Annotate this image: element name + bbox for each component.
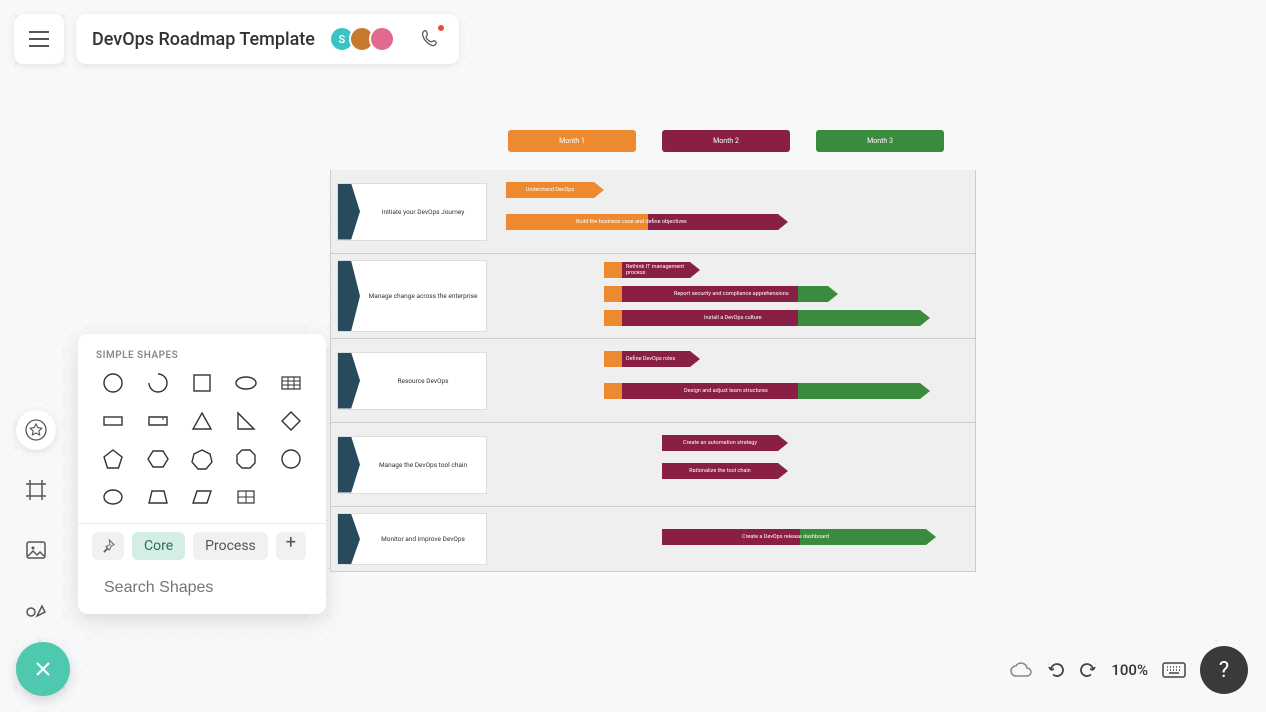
row3-label: Resource DevOps <box>360 377 486 385</box>
shape-grid[interactable] <box>229 485 263 509</box>
bar-business-case[interactable]: Build the business case and define objec… <box>506 214 778 230</box>
bar-report-security[interactable]: Report security and compliance apprehens… <box>604 286 828 302</box>
pin-icon <box>100 538 116 554</box>
close-icon <box>33 659 53 679</box>
zoom-level[interactable]: 100% <box>1111 661 1148 679</box>
swimlane-1[interactable]: Initiate your DevOps Journey Understand … <box>330 170 976 254</box>
shape-square[interactable] <box>185 371 219 395</box>
shape-parallelogram[interactable] <box>185 485 219 509</box>
avatar-3[interactable] <box>369 26 395 52</box>
shape-trapezoid[interactable] <box>140 485 174 509</box>
shape-circle[interactable] <box>96 371 130 395</box>
shapes-panel-heading: SIMPLE SHAPES <box>78 350 326 371</box>
keyboard-button[interactable] <box>1162 662 1186 678</box>
title-card: DevOps Roadmap Template S <box>76 14 459 64</box>
bar-rethink-it[interactable]: Rethink IT management process <box>604 262 690 278</box>
row4-label: Manage the DevOps tool chain <box>360 461 486 469</box>
call-button[interactable] <box>417 26 443 52</box>
shape-card[interactable] <box>140 409 174 433</box>
shapes-panel: SIMPLE SHAPES Core Process + <box>78 334 326 614</box>
help-button[interactable]: ? <box>1200 646 1248 694</box>
swimlane-3[interactable]: Resource DevOps Define DevOps roles Desi… <box>330 339 976 423</box>
shape-decagon[interactable] <box>274 447 308 471</box>
bar-define-roles[interactable]: Define DevOps roles <box>604 351 690 367</box>
image-tool[interactable] <box>16 530 56 570</box>
search-shapes-input[interactable] <box>104 579 311 597</box>
hamburger-icon <box>29 31 49 47</box>
cloud-sync-button[interactable] <box>1009 661 1033 679</box>
freehand-icon <box>24 598 48 622</box>
phone-icon <box>420 29 440 49</box>
frame-icon <box>24 478 48 502</box>
shape-table[interactable] <box>274 371 308 395</box>
roadmap-board[interactable]: Month 1 Month 2 Month 3 Initiate your De… <box>330 130 976 572</box>
bar-rationalize-tools[interactable]: Rationalize the tool chain <box>662 463 778 479</box>
star-shape-icon <box>24 418 48 442</box>
keyboard-icon <box>1162 662 1186 678</box>
undo-icon <box>1047 661 1065 679</box>
shape-octagon[interactable] <box>229 447 263 471</box>
shape-triangle[interactable] <box>185 409 219 433</box>
bar-automation-strategy[interactable]: Create an automation strategy <box>662 435 778 451</box>
redo-icon <box>1079 661 1097 679</box>
collaborator-avatars: S <box>329 26 395 52</box>
hamburger-menu[interactable] <box>14 14 64 64</box>
swimlane-5[interactable]: Monitor and improve DevOps Create a DevO… <box>330 507 976 572</box>
shape-hexagon[interactable] <box>140 447 174 471</box>
shape-right-triangle[interactable] <box>229 409 263 433</box>
shape-pentagon[interactable] <box>96 447 130 471</box>
shape-heptagon[interactable] <box>185 447 219 471</box>
row1-label: Initiate your DevOps Journey <box>360 208 486 216</box>
frame-tool[interactable] <box>16 470 56 510</box>
bar-install-culture[interactable]: Install a DevOps culture <box>604 310 920 326</box>
tab-process[interactable]: Process <box>193 532 268 560</box>
row2-label: Manage change across the enterprise <box>360 292 486 300</box>
swimlane-4[interactable]: Manage the DevOps tool chain Create an a… <box>330 423 976 507</box>
tab-core[interactable]: Core <box>132 532 185 560</box>
cloud-icon <box>1009 661 1033 679</box>
month-2-header[interactable]: Month 2 <box>662 130 790 152</box>
tab-add[interactable]: + <box>276 532 306 560</box>
shape-ellipse[interactable] <box>229 371 263 395</box>
pin-tab[interactable] <box>92 532 124 560</box>
bar-understand-devops[interactable]: Understand DevOps <box>506 182 594 198</box>
swimlane-2[interactable]: Manage change across the enterprise Reth… <box>330 254 976 339</box>
undo-button[interactable] <box>1047 661 1065 679</box>
shape-diamond[interactable] <box>274 409 308 433</box>
redo-button[interactable] <box>1079 661 1097 679</box>
row5-label: Monitor and improve DevOps <box>360 535 486 543</box>
close-panel-button[interactable] <box>16 642 70 696</box>
month-1-header[interactable]: Month 1 <box>508 130 636 152</box>
bar-team-structures[interactable]: Design and adjust team structures <box>604 383 920 399</box>
image-icon <box>24 538 48 562</box>
call-notification-dot <box>437 24 445 32</box>
month-3-header[interactable]: Month 3 <box>816 130 944 152</box>
document-title[interactable]: DevOps Roadmap Template <box>92 29 315 50</box>
shape-rect-h[interactable] <box>96 409 130 433</box>
bar-release-dashboard[interactable]: Create a DevOps release dashboard <box>662 529 926 545</box>
shapes-tool[interactable] <box>16 410 56 450</box>
freehand-tool[interactable] <box>16 590 56 630</box>
shape-arc[interactable] <box>140 371 174 395</box>
shape-rounded[interactable] <box>96 485 130 509</box>
